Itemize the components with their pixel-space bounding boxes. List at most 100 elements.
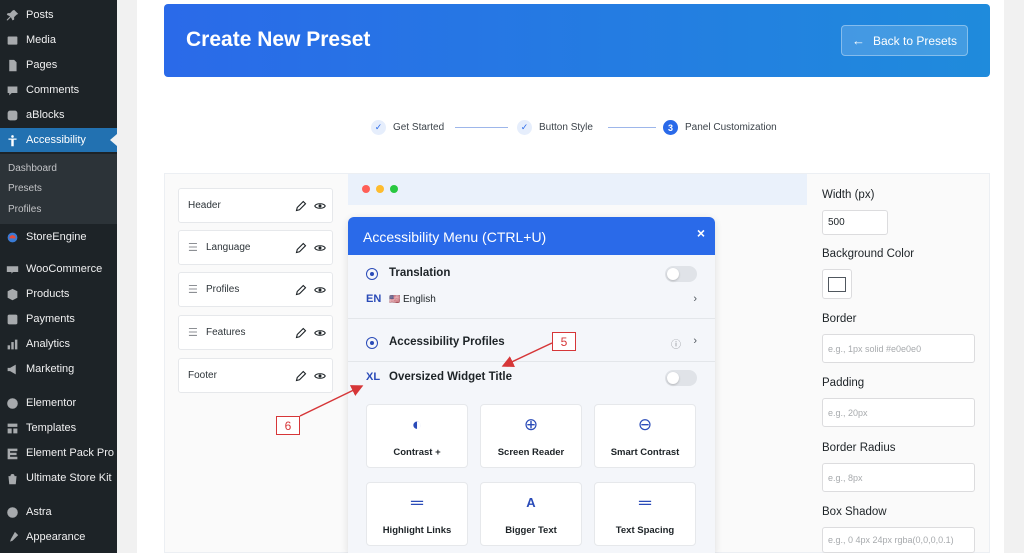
sidebar-item-label: WooCommerce <box>26 263 103 275</box>
sidebar-item-woocommerce[interactable]: WooCommerce <box>0 257 117 281</box>
step-panel-customization: 3 Panel Customization <box>663 120 777 135</box>
background-color-swatch[interactable] <box>822 269 852 299</box>
section-label: Profiles <box>206 284 240 295</box>
eye-icon[interactable] <box>313 326 327 340</box>
sidebar-item-element-pack-pro[interactable]: Element Pack Pro <box>0 441 117 465</box>
page-header-banner: Create New Preset ← Back to Presets <box>164 4 990 77</box>
accessibility-profiles-row[interactable]: Accessibility Profiles ⓘ › <box>348 335 715 351</box>
pencil-icon[interactable] <box>294 283 308 297</box>
padding-input[interactable]: e.g., 20px <box>822 398 975 427</box>
arrow-left-icon: ← <box>851 33 865 48</box>
pencil-icon[interactable] <box>294 199 308 213</box>
border-radius-input[interactable]: e.g., 8px <box>822 463 975 492</box>
sidebar-item-storeengine[interactable]: StoreEngine <box>0 225 117 249</box>
sidebar-item-products[interactable]: Products <box>0 282 117 306</box>
translation-row: Translation <box>348 266 715 282</box>
widget-title-toggle[interactable] <box>665 370 697 386</box>
highlight-links-icon: ═ <box>410 493 424 512</box>
tile-label: Smart Contrast <box>610 447 680 458</box>
tile-smart-contrast[interactable]: ⊖ Smart Contrast <box>594 404 696 468</box>
profiles-icon <box>366 337 378 349</box>
submenu-item-dashboard[interactable]: Dashboard <box>8 163 57 174</box>
sidebar-item-label: Elementor <box>26 397 77 409</box>
chevron-right-icon: › <box>693 335 697 347</box>
bigger-text-icon: A <box>526 495 536 510</box>
sidebar-item-marketing[interactable]: Marketing <box>0 357 117 381</box>
section-row-features[interactable]: ☰ Features <box>178 315 333 350</box>
screen-reader-icon: ⊕ <box>523 415 539 434</box>
window-minimize-dot <box>376 185 384 193</box>
sidebar-item-accessibility[interactable]: Accessibility <box>0 128 117 152</box>
tile-bigger-text[interactable]: A Bigger Text <box>480 482 582 546</box>
sidebar-item-pages[interactable]: Pages <box>0 53 117 77</box>
sidebar-item-label: Element Pack Pro <box>26 447 115 459</box>
widget-title-label: Oversized Widget Title <box>389 371 513 383</box>
xl-badge: XL <box>366 371 381 383</box>
drag-handle-icon[interactable]: ☰ <box>188 326 200 339</box>
step-number: 3 <box>663 120 678 135</box>
background-color-label: Background Color <box>822 248 915 260</box>
translation-toggle[interactable] <box>665 266 697 282</box>
width-input[interactable]: 500 <box>822 210 888 235</box>
sidebar-item-elementor[interactable]: Elementor <box>0 391 117 415</box>
eye-icon[interactable] <box>313 241 327 255</box>
border-radius-label: Border Radius <box>822 442 896 454</box>
pencil-icon[interactable] <box>294 326 308 340</box>
eye-icon[interactable] <box>313 283 327 297</box>
back-to-presets-button[interactable]: ← Back to Presets <box>841 25 968 56</box>
section-label: Language <box>206 242 251 253</box>
section-row-footer[interactable]: Footer <box>178 358 333 393</box>
tile-label: Screen Reader <box>497 447 565 458</box>
language-flag: 🇺🇸 <box>389 294 401 304</box>
store-kit-icon <box>5 471 19 485</box>
sidebar-item-label: aBlocks <box>26 109 65 121</box>
close-icon[interactable]: × <box>697 225 705 241</box>
admin-sidebar: Posts Media Pages Comments aBlocks Acces… <box>0 0 117 553</box>
box-shadow-input[interactable]: e.g., 0 4px 24px rgba(0,0,0,0.1) <box>822 527 975 553</box>
sidebar-item-templates[interactable]: Templates <box>0 416 117 440</box>
tile-contrast[interactable]: ◐ Contrast + <box>366 404 468 468</box>
tile-label: Highlight Links <box>382 525 452 536</box>
section-row-language[interactable]: ☰ Language <box>178 230 333 265</box>
sidebar-item-appearance[interactable]: Appearance <box>0 525 117 549</box>
chevron-right-icon: › <box>693 293 697 305</box>
drag-handle-icon[interactable]: ☰ <box>188 283 200 296</box>
check-icon: ✓ <box>517 120 532 135</box>
sidebar-item-posts[interactable]: Posts <box>0 3 117 27</box>
submenu-item-presets[interactable]: Presets <box>8 183 42 194</box>
step-label: Get Started <box>393 122 445 133</box>
border-label: Border <box>822 313 857 325</box>
sidebar-item-astra[interactable]: Astra <box>0 500 117 524</box>
pencil-icon[interactable] <box>294 369 308 383</box>
window-close-dot <box>362 185 370 193</box>
sidebar-item-analytics[interactable]: Analytics <box>0 332 117 356</box>
astra-icon <box>5 505 19 519</box>
padding-label: Padding <box>822 377 865 389</box>
payments-icon <box>5 312 19 326</box>
profiles-label: Accessibility Profiles <box>389 336 505 348</box>
element-pack-icon <box>5 446 19 460</box>
border-input[interactable]: e.g., 1px solid #e0e0e0 <box>822 334 975 363</box>
sidebar-item-comments[interactable]: Comments <box>0 78 117 102</box>
eye-icon[interactable] <box>313 369 327 383</box>
section-row-profiles[interactable]: ☰ Profiles <box>178 272 333 307</box>
sidebar-item-ultimate-store-kit[interactable]: Ultimate Store Kit <box>0 466 117 490</box>
divider <box>348 361 715 362</box>
preview-window-bar <box>348 174 807 205</box>
sidebar-item-payments[interactable]: Payments <box>0 307 117 331</box>
tile-screen-reader[interactable]: ⊕ Screen Reader <box>480 404 582 468</box>
back-button-label: Back to Presets <box>872 33 958 48</box>
submenu-item-profiles[interactable]: Profiles <box>8 204 41 215</box>
sidebar-item-media[interactable]: Media <box>0 28 117 52</box>
tile-text-spacing[interactable]: ═ Text Spacing <box>594 482 696 546</box>
language-code: EN <box>366 293 382 305</box>
eye-icon[interactable] <box>313 199 327 213</box>
section-row-header[interactable]: Header <box>178 188 333 223</box>
drag-handle-icon[interactable]: ☰ <box>188 241 200 254</box>
language-row[interactable]: EN 🇺🇸 English › <box>348 293 715 307</box>
sidebar-item-label: Accessibility <box>26 134 86 146</box>
tile-highlight-links[interactable]: ═ Highlight Links <box>366 482 468 546</box>
tile-label: Contrast + <box>393 447 441 458</box>
sidebar-item-ablocks[interactable]: aBlocks <box>0 103 117 127</box>
pencil-icon[interactable] <box>294 241 308 255</box>
